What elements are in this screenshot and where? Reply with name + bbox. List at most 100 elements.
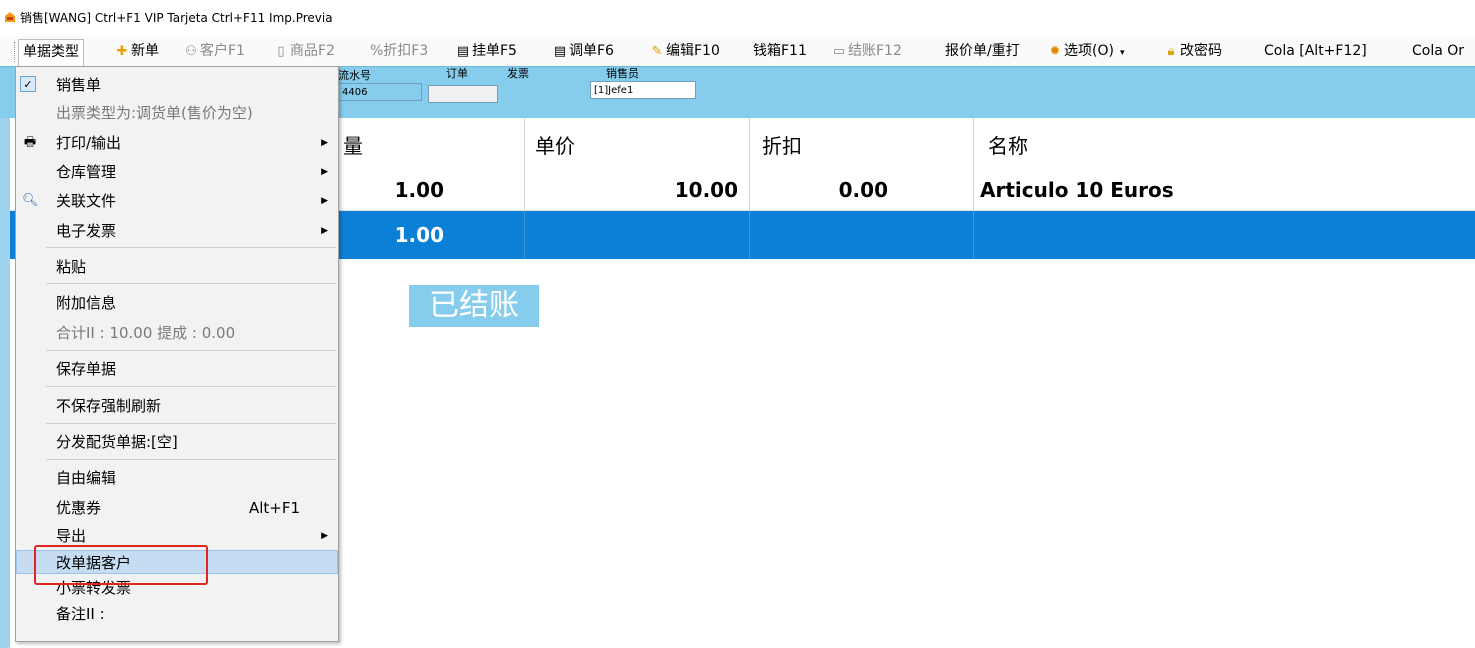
edit-button[interactable]: ✎ 编辑F10 <box>650 41 720 61</box>
serial-field[interactable]: 4406 <box>338 83 422 101</box>
menu-item-sales-doc[interactable]: ✓ 销售单 <box>16 73 338 97</box>
doc-type-label: 单据类型 <box>23 44 79 60</box>
order-label: 订单 <box>446 67 468 80</box>
recall-doc-button[interactable]: ▤ 调单F6 <box>553 41 614 61</box>
menu-item-paste[interactable]: 粘贴 <box>16 255 338 279</box>
serial-label: 流水号 <box>338 69 371 82</box>
printer-icon: ▭ <box>832 44 846 59</box>
menu-item-label: 销售单 <box>56 76 102 94</box>
product-button[interactable]: ▯ 商品F2 <box>274 41 335 61</box>
change-password-button[interactable]: 🔒︎ 改密码 <box>1164 41 1222 61</box>
plus-icon: ✚ <box>116 44 128 59</box>
quote-reprint-label: 报价单/重打 <box>945 43 1020 59</box>
submenu-arrow-icon: ▶ <box>321 226 328 236</box>
submenu-arrow-icon: ▶ <box>321 196 328 206</box>
menu-item-label: 备注II : <box>56 605 105 623</box>
menu-item-label: 关联文件 <box>56 192 117 210</box>
cell-name: Articulo 10 Euros <box>980 178 1174 202</box>
menu-item-label: 合计II : 10.00 提成 : 0.00 <box>56 324 236 342</box>
hold-doc-label: 挂单F5 <box>472 43 517 59</box>
options-label: 选项(O) <box>1064 43 1114 59</box>
window-title: 销售[WANG] Ctrl+F1 VIP Tarjeta Ctrl+F11 Im… <box>20 11 333 25</box>
cash-drawer-label: 钱箱F11 <box>753 43 807 59</box>
submenu-arrow-icon: ▶ <box>321 138 328 148</box>
change-password-label: 改密码 <box>1180 43 1222 59</box>
discount-button[interactable]: %折扣F3 <box>370 41 428 61</box>
menu-item-label: 保存单据 <box>56 360 117 378</box>
menu-item-warehouse[interactable]: 仓库管理 ▶ <box>16 160 338 184</box>
edit-label: 编辑F10 <box>666 43 720 59</box>
checkout-label: 结账F12 <box>848 43 902 59</box>
cell-quantity: 1.00 <box>394 223 444 247</box>
cell-quantity: 1.00 <box>394 178 444 202</box>
seller-label: 销售员 <box>606 67 639 80</box>
cell-unit-price: 10.00 <box>674 178 738 202</box>
menu-item-save-doc[interactable]: 保存单据 <box>16 357 338 381</box>
left-strip <box>0 118 10 648</box>
dropdown-arrow-icon: ▾ <box>1119 48 1125 58</box>
customer-icon: ⚇ <box>185 44 197 59</box>
invoice-label: 发票 <box>507 67 529 80</box>
menu-item-related-files[interactable]: 🔍︎ 关联文件 ▶ <box>16 189 338 213</box>
checkout-button[interactable]: ▭ 结账F12 <box>832 41 902 61</box>
cola-order-button[interactable]: Cola Or <box>1412 41 1464 61</box>
file-search-icon: 🔍︎ <box>22 193 39 208</box>
menu-item-extra-info[interactable]: 附加信息 <box>16 291 338 315</box>
discount-label: %折扣F3 <box>370 43 429 59</box>
customer-button[interactable]: ⚇ 客户F1 <box>184 41 245 61</box>
menu-item-label: 不保存强制刷新 <box>56 397 162 415</box>
clipboard-icon: ▤ <box>553 44 567 59</box>
toolbar-grip[interactable] <box>14 42 17 62</box>
cash-drawer-button[interactable]: 钱箱F11 <box>753 41 807 61</box>
app-icon <box>5 12 15 22</box>
menu-item-label: 优惠券 <box>56 499 102 517</box>
pencil-icon: ✎ <box>651 44 663 59</box>
menu-item-e-invoice[interactable]: 电子发票 ▶ <box>16 219 338 243</box>
recall-doc-label: 调单F6 <box>569 43 614 59</box>
menu-item-total-commission: 合计II : 10.00 提成 : 0.00 <box>16 321 338 345</box>
order-field[interactable] <box>428 85 498 103</box>
settled-stamp: 已结账 <box>409 285 539 327</box>
clipboard-icon: ▤ <box>456 44 470 59</box>
menu-item-label: 自由编辑 <box>56 469 117 487</box>
gear-icon: ✹ <box>1049 44 1061 59</box>
lock-icon: 🔒︎ <box>1167 44 1175 59</box>
doc-type-button[interactable]: 单据类型 <box>18 39 84 66</box>
product-icon: ▯ <box>277 44 285 59</box>
menu-item-print-export[interactable]: 🖶︎ 打印/输出 ▶ <box>16 131 338 155</box>
submenu-arrow-icon: ▶ <box>321 167 328 177</box>
cola-label: Cola [Alt+F12] <box>1264 43 1367 59</box>
header-quantity[interactable]: 量 <box>340 118 520 170</box>
menu-item-free-edit[interactable]: 自由编辑 <box>16 466 338 490</box>
customer-label: 客户F1 <box>200 43 245 59</box>
header-discount[interactable]: 折扣 <box>750 118 973 170</box>
highlight-annotation-box <box>34 545 208 585</box>
main-toolbar: 单据类型 ✚ 新单 ⚇ 客户F1 ▯ 商品F2 %折扣F3 ▤ 挂单F5 ▤ 调单F6 ✎… <box>0 36 1475 66</box>
header-unit-price[interactable]: 单价 <box>525 118 749 170</box>
menu-item-distribution[interactable]: 分发配货单据:[空] <box>16 430 338 454</box>
menu-item-shortcut: Alt+F1 <box>248 499 300 517</box>
menu-item-label: 分发配货单据:[空] <box>56 433 178 451</box>
cola-button[interactable]: Cola [Alt+F12] <box>1264 41 1367 61</box>
new-doc-button[interactable]: ✚ 新单 <box>115 41 159 61</box>
menu-item-label: 出票类型为:调货单(售价为空) <box>56 104 253 122</box>
menu-item-label: 仓库管理 <box>56 163 117 181</box>
menu-item-label: 电子发票 <box>56 222 117 240</box>
new-doc-label: 新单 <box>131 43 159 59</box>
printer-icon: 🖶︎ <box>23 135 37 150</box>
menu-item-force-refresh[interactable]: 不保存强制刷新 <box>16 394 338 418</box>
menu-item-coupon[interactable]: 优惠券 Alt+F1 <box>16 496 338 520</box>
menu-item-label: 打印/输出 <box>56 134 122 152</box>
menu-item-label: 附加信息 <box>56 294 117 312</box>
check-icon: ✓ <box>20 76 36 92</box>
quote-reprint-button[interactable]: 报价单/重打 <box>945 41 1020 61</box>
header-name[interactable]: 名称 <box>974 118 1474 170</box>
hold-doc-button[interactable]: ▤ 挂单F5 <box>456 41 517 61</box>
options-button[interactable]: ✹ 选项(O) ▾ <box>1048 41 1125 61</box>
seller-field[interactable]: [1]Jefe1 <box>590 81 696 99</box>
submenu-arrow-icon: ▶ <box>321 531 328 541</box>
cell-discount: 0.00 <box>838 178 888 202</box>
window-titlebar: 销售[WANG] Ctrl+F1 VIP Tarjeta Ctrl+F11 Im… <box>0 0 1475 34</box>
menu-item-notes[interactable]: 备注II : <box>16 602 338 626</box>
menu-item-label: 粘贴 <box>56 258 87 276</box>
